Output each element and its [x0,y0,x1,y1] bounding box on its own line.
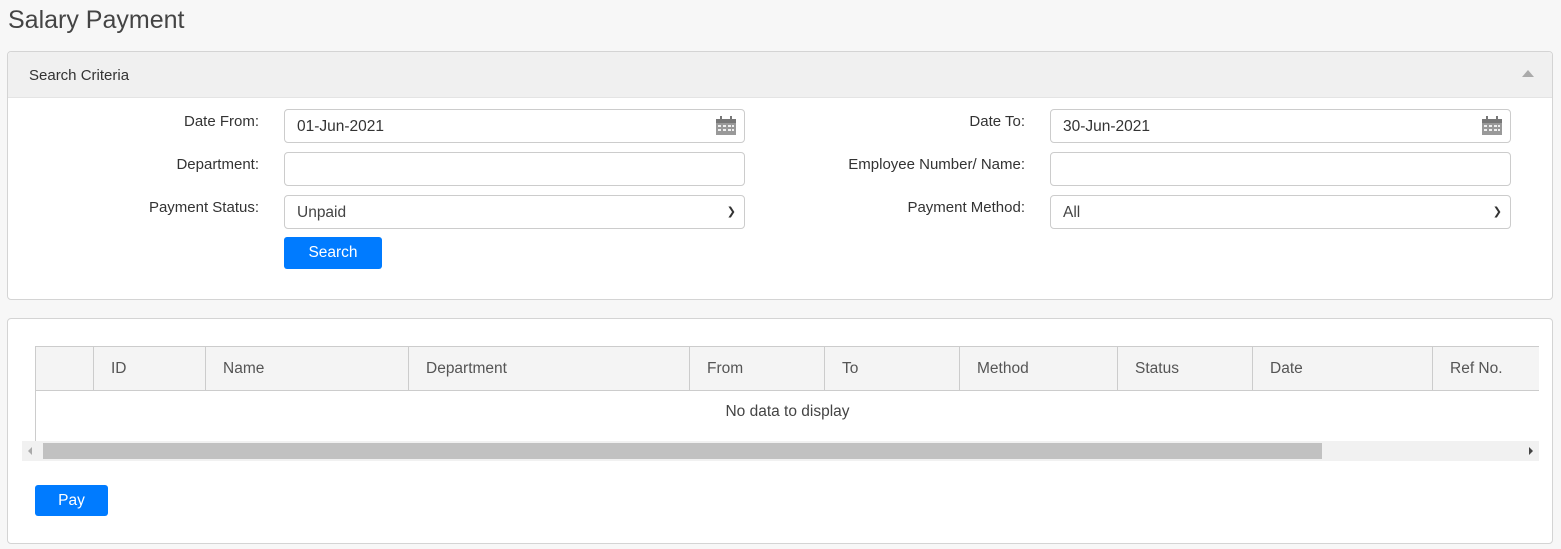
date-to-input[interactable]: 30-Jun-2021 [1050,109,1511,143]
date-to-value: 30-Jun-2021 [1063,118,1151,135]
column-select[interactable] [36,347,93,390]
column-method[interactable]: Method [959,347,1117,390]
column-date[interactable]: Date [1252,347,1432,390]
department-input[interactable] [284,152,745,186]
panel-header[interactable]: Search Criteria [8,52,1552,98]
results-grid: ID Name Department From To Method Status… [35,346,1539,441]
search-criteria-panel: Search Criteria Date From: 01-Jun-2021 D… [7,51,1553,300]
column-department[interactable]: Department [408,347,689,390]
date-from-label: Date From: [183,113,259,130]
payment-status-label: Payment Status: [148,199,259,216]
horizontal-scrollbar[interactable] [22,441,1539,461]
pay-button[interactable]: Pay [35,485,108,516]
payment-method-select[interactable]: All ❯ [1050,195,1511,229]
column-id[interactable]: ID [93,347,205,390]
column-to[interactable]: To [824,347,959,390]
grid-header: ID Name Department From To Method Status… [36,346,1539,391]
payment-status-select[interactable]: Unpaid ❯ [284,195,745,229]
chevron-down-icon: ❯ [1492,206,1502,218]
employee-label: Employee Number/ Name: [848,156,1025,173]
results-panel: ID Name Department From To Method Status… [7,318,1553,544]
payment-method-value: All [1063,204,1081,221]
employee-input[interactable] [1050,152,1511,186]
page-title: Salary Payment [8,6,185,34]
collapse-icon[interactable] [1522,70,1534,77]
date-to-label: Date To: [969,113,1025,130]
search-button[interactable]: Search [284,237,382,269]
calendar-icon[interactable] [1481,116,1503,136]
department-label: Department: [176,156,259,173]
date-from-value: 01-Jun-2021 [297,118,385,135]
column-status[interactable]: Status [1117,347,1252,390]
payment-status-value: Unpaid [297,204,347,221]
column-name[interactable]: Name [205,347,408,390]
scroll-right-icon[interactable] [1529,447,1533,455]
empty-message: No data to display [725,403,850,420]
date-from-input[interactable]: 01-Jun-2021 [284,109,745,143]
payment-method-label: Payment Method: [907,199,1025,216]
column-ref-no[interactable]: Ref No. [1432,347,1539,390]
scrollbar-thumb[interactable] [43,443,1322,459]
scroll-left-icon[interactable] [28,447,32,455]
column-from[interactable]: From [689,347,824,390]
